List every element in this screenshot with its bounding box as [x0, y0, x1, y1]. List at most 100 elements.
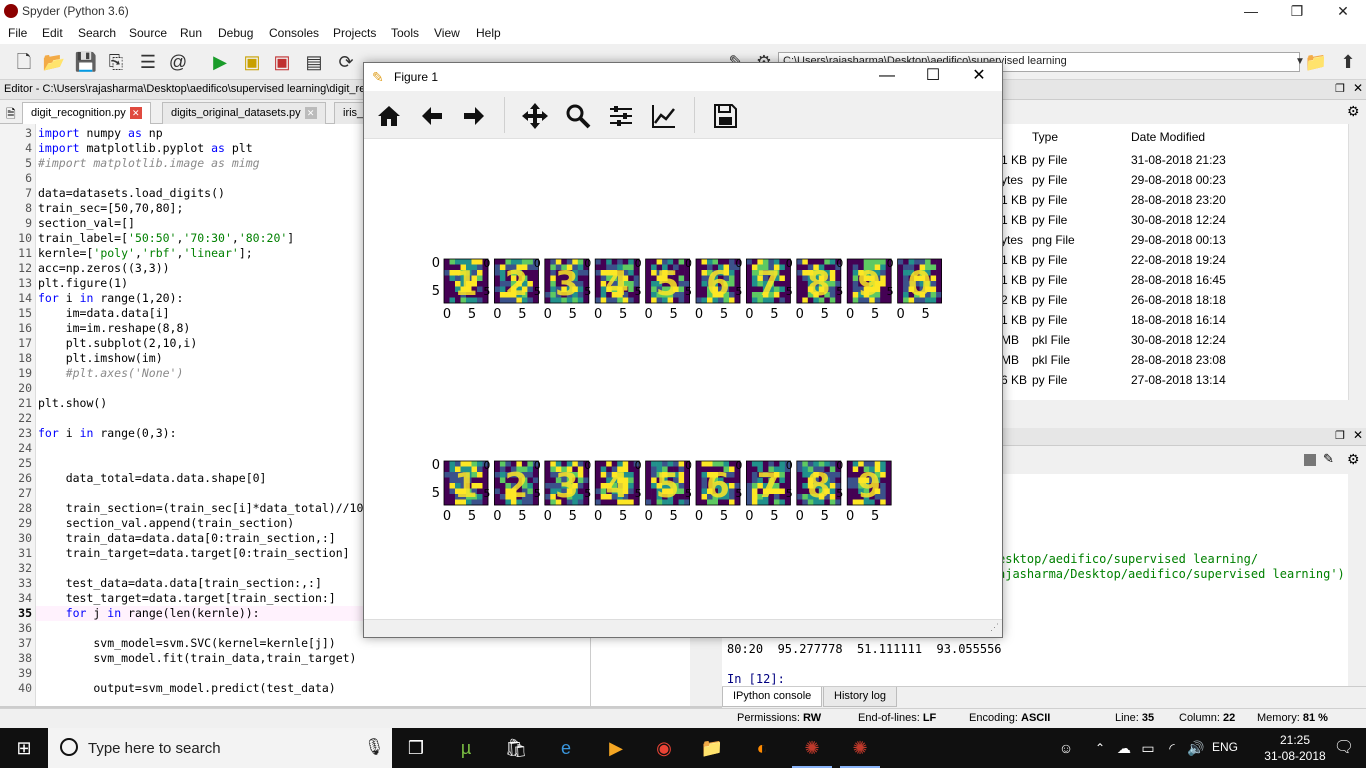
- file-cell-date[interactable]: 29-08-2018 00:13: [1131, 233, 1226, 247]
- windows-start-icon[interactable]: ⊞: [12, 736, 36, 760]
- home-icon[interactable]: [374, 101, 404, 131]
- browse-directory-icon[interactable]: 📁: [1304, 50, 1328, 74]
- edge-icon[interactable]: e: [554, 736, 578, 760]
- file-cell-size[interactable]: ytes: [1001, 173, 1023, 187]
- tab-digits-original-datasets[interactable]: digits_original_datasets.py ✕: [162, 102, 326, 124]
- file-cell-size[interactable]: 1 KB: [1001, 313, 1027, 327]
- file-cell-size[interactable]: ytes: [1001, 233, 1023, 247]
- gear-icon[interactable]: ⚙: [1347, 103, 1360, 120]
- undock-icon[interactable]: ❐: [1335, 82, 1345, 95]
- tab-history-log[interactable]: History log: [823, 687, 897, 707]
- save-icon[interactable]: 💾: [74, 50, 98, 74]
- file-cell-size[interactable]: 2 KB: [1001, 293, 1027, 307]
- file-cell-type[interactable]: py File: [1032, 213, 1067, 227]
- taskbar-search[interactable]: Type here to search 🎙: [48, 728, 392, 768]
- column-header-date-modified[interactable]: Date Modified: [1131, 130, 1205, 144]
- tab-digit-recognition[interactable]: digit_recognition.py ✕: [22, 102, 151, 124]
- restore-button[interactable]: ❐: [1274, 0, 1320, 24]
- file-cell-size[interactable]: 1 KB: [1001, 193, 1027, 207]
- menu-projects[interactable]: Projects: [333, 26, 376, 40]
- minimize-button[interactable]: —: [1228, 0, 1274, 24]
- figure-maximize-button[interactable]: ☐: [910, 63, 956, 91]
- menu-debug[interactable]: Debug: [218, 26, 253, 40]
- menu-help[interactable]: Help: [476, 26, 501, 40]
- save-all-icon[interactable]: ⎘: [104, 50, 128, 74]
- people-icon[interactable]: ☺: [1054, 736, 1078, 760]
- run-cell-advance-icon[interactable]: ▣: [270, 50, 294, 74]
- run-icon[interactable]: ▶: [208, 50, 232, 74]
- file-cell-type[interactable]: py File: [1032, 313, 1067, 327]
- gear-icon[interactable]: ⚙: [1347, 451, 1360, 468]
- eraser-icon[interactable]: ✎: [1323, 451, 1334, 467]
- tab-ipython-console[interactable]: IPython console: [722, 687, 823, 707]
- undock-icon[interactable]: ❐: [1335, 429, 1345, 442]
- file-cell-date[interactable]: 31-08-2018 21:23: [1131, 153, 1226, 167]
- file-cell-size[interactable]: 6 KB: [1001, 373, 1027, 387]
- language-indicator[interactable]: ENG: [1212, 740, 1238, 754]
- stop-icon[interactable]: [1304, 454, 1316, 466]
- file-cell-date[interactable]: 30-08-2018 12:24: [1131, 213, 1226, 227]
- uc-browser-icon[interactable]: ◐: [750, 736, 774, 760]
- file-cell-size[interactable]: MB: [1001, 333, 1019, 347]
- file-cell-date[interactable]: 30-08-2018 12:24: [1131, 333, 1226, 347]
- zoom-icon[interactable]: [563, 101, 593, 131]
- file-cell-date[interactable]: 26-08-2018 18:18: [1131, 293, 1226, 307]
- file-cell-type[interactable]: png File: [1032, 233, 1075, 247]
- file-cell-size[interactable]: 1 KB: [1001, 273, 1027, 287]
- file-cell-date[interactable]: 27-08-2018 13:14: [1131, 373, 1226, 387]
- menu-run[interactable]: Run: [180, 26, 202, 40]
- file-cell-date[interactable]: 28-08-2018 23:08: [1131, 353, 1226, 367]
- menu-tools[interactable]: Tools: [391, 26, 419, 40]
- close-tab-icon[interactable]: ✕: [129, 107, 142, 120]
- new-file-icon[interactable]: 🗋: [12, 50, 36, 74]
- menu-edit[interactable]: Edit: [42, 26, 63, 40]
- file-cell-type[interactable]: py File: [1032, 293, 1067, 307]
- figure-minimize-button[interactable]: —: [864, 63, 910, 91]
- file-explorer-scrollbar[interactable]: [1348, 124, 1366, 400]
- store-icon[interactable]: 🛍: [504, 736, 528, 760]
- close-tab-icon[interactable]: ✕: [304, 107, 317, 120]
- forward-arrow-icon[interactable]: [459, 101, 489, 131]
- spyder-taskbar-icon[interactable]: ✺: [792, 736, 832, 768]
- media-player-icon[interactable]: ▶: [604, 736, 628, 760]
- figure-canvas[interactable]: 1050520505305054050550505605057050580505…: [364, 139, 1002, 619]
- file-cell-date[interactable]: 29-08-2018 00:23: [1131, 173, 1226, 187]
- menu-source[interactable]: Source: [129, 26, 167, 40]
- file-cell-type[interactable]: py File: [1032, 373, 1067, 387]
- spyder-figure-taskbar-icon[interactable]: ✺: [840, 736, 880, 768]
- chevron-up-icon[interactable]: ⌃: [1088, 736, 1112, 760]
- file-cell-type[interactable]: pkl File: [1032, 333, 1070, 347]
- file-cell-type[interactable]: py File: [1032, 253, 1067, 267]
- file-cell-date[interactable]: 28-08-2018 16:45: [1131, 273, 1226, 287]
- utorrent-icon[interactable]: µ: [454, 736, 478, 760]
- figure-close-button[interactable]: ✕: [956, 63, 1002, 91]
- close-pane-icon[interactable]: ✕: [1353, 81, 1363, 95]
- file-cell-size[interactable]: 1 KB: [1001, 153, 1027, 167]
- pan-icon[interactable]: [520, 101, 550, 131]
- at-icon[interactable]: @: [166, 50, 190, 74]
- rerun-icon[interactable]: ⟳: [334, 50, 358, 74]
- task-view-icon[interactable]: ❒: [404, 736, 428, 760]
- onedrive-icon[interactable]: ☁: [1112, 736, 1136, 760]
- file-cell-size[interactable]: 1 KB: [1001, 213, 1027, 227]
- file-explorer-icon[interactable]: 📁: [700, 736, 724, 760]
- file-cell-type[interactable]: pkl File: [1032, 353, 1070, 367]
- browse-tabs-icon[interactable]: ☰: [136, 50, 160, 74]
- file-cell-size[interactable]: 1 KB: [1001, 253, 1027, 267]
- file-cell-date[interactable]: 22-08-2018 19:24: [1131, 253, 1226, 267]
- microphone-icon[interactable]: 🎙: [364, 737, 384, 757]
- run-cell-icon[interactable]: ▣: [240, 50, 264, 74]
- configure-subplots-icon[interactable]: [606, 101, 636, 131]
- close-button[interactable]: ✕: [1320, 0, 1366, 24]
- menu-view[interactable]: View: [434, 26, 460, 40]
- close-pane-icon[interactable]: ✕: [1353, 428, 1363, 442]
- console-scrollbar[interactable]: [1348, 474, 1366, 686]
- file-cell-type[interactable]: py File: [1032, 153, 1067, 167]
- volume-icon[interactable]: 🔊: [1184, 736, 1208, 760]
- file-cell-type[interactable]: py File: [1032, 273, 1067, 287]
- taskbar-clock[interactable]: 21:25 31-08-2018: [1264, 732, 1326, 764]
- file-cell-date[interactable]: 28-08-2018 23:20: [1131, 193, 1226, 207]
- wifi-icon[interactable]: ◜: [1160, 736, 1184, 760]
- parent-directory-icon[interactable]: ⬆: [1336, 50, 1360, 74]
- column-header-type[interactable]: Type: [1032, 130, 1058, 144]
